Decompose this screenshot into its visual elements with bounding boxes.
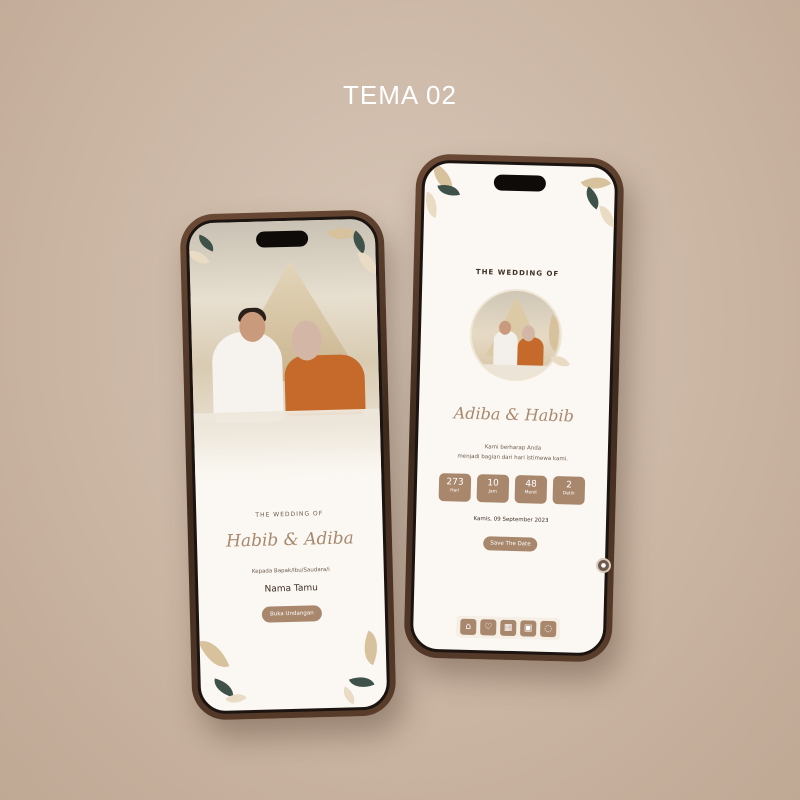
floral-decoration — [348, 671, 375, 693]
bottom-nav: ⌂ ♡ ▦ ▣ ◌ — [455, 615, 561, 641]
wedding-date: Kamis, 09 September 2023 — [473, 515, 549, 524]
dynamic-island — [255, 230, 309, 248]
recipient-label: Kepada Bapak/Ibu/Saudara/i — [251, 566, 330, 575]
countdown-seconds: 2 Detik — [552, 476, 586, 505]
cover-eyebrow: THE WEDDING OF — [255, 510, 324, 519]
countdown-value: 273 — [446, 477, 464, 488]
couple-photo — [188, 218, 382, 484]
gallery-icon[interactable]: ▣ — [520, 620, 537, 637]
countdown-days: 273 Hari — [438, 473, 472, 502]
home-screen: THE WEDDING OF Adiba & Habib Kami berhar… — [409, 159, 619, 657]
floral-decoration — [356, 630, 386, 666]
cover-couple-names: Habib & Adiba — [225, 528, 355, 552]
cover-screen: THE WEDDING OF Habib & Adiba Kepada Bapa… — [185, 215, 391, 715]
phone-home: THE WEDDING OF Adiba & Habib Kami berhar… — [403, 153, 625, 663]
page-title: TEMA 02 — [343, 80, 457, 110]
floral-decoration — [339, 686, 359, 705]
home-icon[interactable]: ⌂ — [460, 618, 477, 636]
heart-icon[interactable]: ♡ — [480, 619, 497, 636]
countdown-label: Hari — [450, 488, 460, 494]
phone-cover: THE WEDDING OF Habib & Adiba Kepada Bapa… — [179, 209, 397, 721]
music-toggle-icon[interactable]: ● — [596, 558, 611, 573]
open-invitation-button[interactable]: Buka Undangan — [261, 605, 322, 623]
calendar-icon[interactable]: ▦ — [500, 619, 517, 637]
guest-name: Nama Tamu — [264, 583, 319, 595]
countdown: 273 Hari 10 Jam 48 Menit 2 Detik — [417, 472, 608, 505]
home-eyebrow: THE WEDDING OF — [475, 267, 560, 279]
countdown-value: 2 — [565, 480, 572, 491]
home-message: Kami berharap Anda menjadi bagian dari h… — [418, 441, 608, 466]
chat-icon[interactable]: ◌ — [540, 620, 557, 638]
countdown-value: 48 — [525, 479, 537, 490]
countdown-label: Detik — [562, 491, 575, 497]
countdown-value: 10 — [487, 478, 499, 489]
home-couple-names: Adiba & Habib — [453, 403, 575, 426]
countdown-label: Menit — [524, 490, 538, 496]
save-the-date-button[interactable]: Save The Date — [483, 536, 538, 552]
dynamic-island — [493, 174, 547, 192]
countdown-minutes: 48 Menit — [514, 475, 548, 504]
floral-decoration — [422, 191, 441, 218]
floral-decoration — [599, 204, 615, 228]
countdown-hours: 10 Jam — [476, 474, 510, 503]
floral-decoration — [198, 634, 230, 674]
countdown-label: Jam — [488, 489, 498, 495]
